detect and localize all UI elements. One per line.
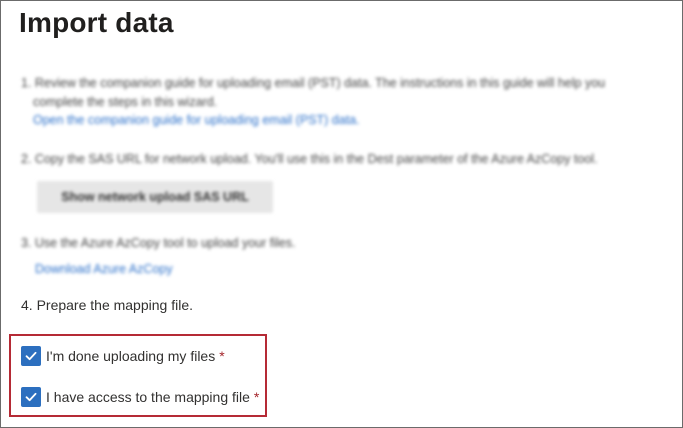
checkmark-icon	[25, 351, 37, 361]
step2-text: 2. Copy the SAS URL for network upload. …	[21, 152, 598, 166]
show-sas-url-button[interactable]: Show network upload SAS URL	[37, 181, 273, 213]
companion-guide-link[interactable]: Open the companion guide for uploading e…	[33, 110, 360, 130]
checkbox-row-mapping-access[interactable]: I have access to the mapping file *	[21, 387, 259, 407]
checkbox-mapping-access[interactable]	[21, 387, 41, 407]
download-azcopy-link[interactable]: Download Azure AzCopy	[35, 259, 173, 279]
step3-text: 3. Use the Azure AzCopy tool to upload y…	[21, 236, 296, 250]
step1-text-line1: 1. Review the companion guide for upload…	[21, 76, 606, 90]
required-mark: *	[253, 389, 260, 405]
checkbox-label: I'm done uploading my files	[46, 348, 216, 364]
checkmark-icon	[25, 392, 37, 402]
step1-text-line2: complete the steps in this wizard.	[33, 95, 218, 109]
import-data-panel: Import data 1. Review the companion guid…	[0, 0, 683, 428]
required-mark: *	[219, 348, 225, 364]
page-title: Import data	[19, 7, 174, 38]
checkbox-row-done-uploading[interactable]: I'm done uploading my files *	[21, 346, 225, 366]
step4-text: 4. Prepare the mapping file.	[21, 297, 193, 313]
checkbox-label: I have access to the mapping file	[46, 389, 250, 405]
checkbox-done-uploading[interactable]	[21, 346, 41, 366]
